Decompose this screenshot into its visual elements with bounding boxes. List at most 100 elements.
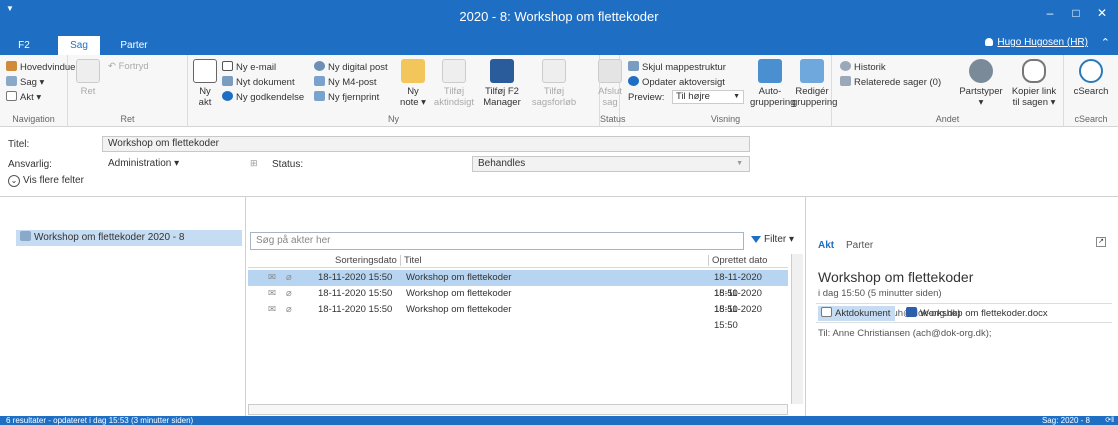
tab-parter-detail[interactable]: Parter [846, 240, 873, 251]
titel-field[interactable]: Workshop om flettekoder [102, 136, 750, 152]
nyt-dokument-button[interactable]: Nyt dokument [222, 76, 295, 88]
relaterede-label: Relaterede sager (0) [854, 77, 942, 88]
table-row[interactable]: ✉ ⌀ 18-11-2020 15:50 Workshop om fletteko… [248, 302, 788, 331]
word-icon [906, 307, 917, 317]
column-titel[interactable]: Titel [400, 255, 422, 266]
status-dropdown[interactable]: Behandles ▼ [472, 156, 750, 172]
vertical-scrollbar[interactable] [791, 254, 803, 404]
tab-parter[interactable]: Parter [112, 36, 156, 55]
popout-icon[interactable]: ↗ [1096, 237, 1106, 247]
preview-select[interactable]: Til højre ▼ [672, 90, 744, 104]
collapse-ribbon-icon[interactable]: ⌃ [1101, 36, 1110, 49]
search-input[interactable]: Søg på akter her [250, 232, 744, 250]
link-icon [1022, 59, 1046, 83]
group-label-status: Status [600, 114, 626, 124]
ny-akt-label-1: Ny [199, 86, 211, 97]
row-date: 18-11-2020 15:50 [318, 272, 393, 283]
document-icon [6, 91, 17, 101]
table-row[interactable]: ✉ ⌀ 18-11-2020 15:50 Workshop om fletteko… [248, 270, 788, 299]
tab-sag[interactable]: Sag [58, 36, 100, 55]
attachment-icon: ⌀ [286, 304, 292, 315]
fortryd-label: Fortryd [118, 61, 149, 72]
document-link[interactable]: Workshop om flettekoder.docx [906, 306, 1048, 321]
kopier-label-2: til sagen ▾ [1012, 97, 1056, 108]
undo-icon: ↶ [108, 61, 119, 72]
rediger-label-1: Redigér [795, 86, 829, 97]
ny-m4-post-button[interactable]: Ny M4-post [314, 76, 377, 88]
group-label-navigation: Navigation [12, 114, 55, 124]
status-bar: 6 resultater - opdateret i dag 15:53 (3 … [0, 416, 1118, 425]
attachment-icon: ⌀ [286, 272, 292, 283]
chevron-down-icon: ▼ [733, 93, 740, 100]
org-icon[interactable]: ⊞ [250, 158, 258, 169]
vis-flere-label: Vis flere felter [23, 175, 84, 186]
sync-pause-icon[interactable]: ⟳‖ [1105, 416, 1114, 425]
ny-fjernprint-button[interactable]: Ny fjernprint [314, 91, 379, 103]
sag-dropdown[interactable]: Sag ▾ [6, 76, 44, 88]
vis-flere-felter-button[interactable]: ⌄ Vis flere felter [8, 175, 84, 187]
column-oprettet-dato[interactable]: Oprettet dato [708, 255, 767, 266]
user-menu[interactable]: Hugo Hugosen (HR) [985, 37, 1088, 48]
minimize-button[interactable]: – [1040, 6, 1060, 20]
group-label-andet: Andet [935, 114, 960, 124]
ny-akt-button[interactable]: Ny akt [192, 59, 218, 108]
document-icon [821, 307, 832, 317]
auto-group-icon [758, 59, 782, 83]
hovedvindue-button[interactable]: Hovedvindue [6, 61, 75, 73]
table-row[interactable]: ✉ ⌀ 18-11-2020 15:50 Workshop om fletteko… [248, 286, 788, 315]
tilfoj-f2-label-1: Tilføj F2 [485, 86, 519, 97]
tilfoj-aktindsigt-label-1: Tilføj [443, 86, 465, 97]
akt-label: Akt ▾ [20, 92, 42, 103]
filter-button[interactable]: Filter ▾ [751, 234, 794, 245]
refresh-icon [628, 76, 639, 86]
mail-icon: ✉ [268, 272, 276, 283]
ny-note-button[interactable]: Ny note ▾ [396, 59, 430, 108]
ny-digital-post-button[interactable]: Ny digital post [314, 61, 388, 73]
horizontal-scrollbar[interactable] [248, 404, 788, 415]
kopier-link-button[interactable]: Kopier link til sagen ▾ [1008, 59, 1060, 108]
opdater-aktoversigt-button[interactable]: Opdater aktoversigt [628, 76, 725, 88]
detail-to: Til: Anne Christiansen (ach@dok-org.dk); [818, 328, 992, 339]
csearch-button[interactable]: cSearch [1070, 59, 1112, 97]
edit-icon [76, 59, 100, 83]
partstyper-button[interactable]: Partstyper ▾ [956, 59, 1006, 108]
ny-email-button[interactable]: Ny e-mail [222, 61, 276, 73]
check-icon [222, 91, 233, 101]
new-document-icon [193, 59, 217, 83]
group-status: Afslut sag Status [598, 55, 626, 127]
group-navigation: Hovedvindue Sag ▾ Akt ▾ Navigation [0, 55, 75, 127]
ribbon: Hovedvindue Sag ▾ Akt ▾ Navigation Ret ↶… [0, 55, 1118, 127]
tab-f2[interactable]: F2 [12, 36, 36, 55]
close-button[interactable]: ✕ [1092, 6, 1112, 20]
m4-post-icon [314, 76, 325, 86]
akt-dropdown[interactable]: Akt ▾ [6, 91, 41, 103]
tilfoj-sagsforlob-button[interactable]: Tilføj sagsforløb [530, 59, 578, 108]
ny-email-label: Ny e-mail [236, 62, 277, 73]
historik-button[interactable]: Historik [840, 61, 886, 73]
fortryd-button[interactable]: ↶ Fortryd [108, 61, 149, 72]
auto-gruppering-button[interactable]: Auto-gruppering [750, 59, 795, 108]
relaterede-sager-button[interactable]: Relaterede sager (0) [840, 76, 941, 88]
csearch-label: cSearch [1073, 86, 1109, 97]
column-sorteringsdato[interactable]: Sorteringsdato [332, 255, 397, 266]
tilfoj-aktindsigt-button[interactable]: Tilføj aktindsigt [432, 59, 476, 108]
row-created: 18-11-2020 15:50 [714, 304, 762, 331]
skjul-mappestruktur-button[interactable]: Skjul mappestruktur [628, 61, 726, 73]
ny-godkendelse-label: Ny godkendelse [236, 92, 305, 103]
ret-button[interactable]: Ret [76, 59, 100, 97]
document-name: Workshop om flettekoder.docx [920, 308, 1048, 319]
tilfoj-sagsforlob-label-2: sagsforløb [531, 97, 577, 108]
maximize-button[interactable]: □ [1066, 6, 1086, 20]
sagsforlob-icon [542, 59, 566, 83]
tree-item-case[interactable]: Workshop om flettekoder 2020 - 8 [16, 230, 242, 246]
tab-akt[interactable]: Akt [818, 240, 834, 251]
table-header: Sorteringsdato Titel Oprettet dato [248, 254, 788, 268]
chevron-down-icon: ▼ [736, 160, 743, 167]
aktdokument-tab[interactable]: Aktdokument [818, 306, 896, 321]
ansvarlig-dropdown[interactable]: Administration ▾ [102, 156, 262, 172]
rediger-gruppering-button[interactable]: Redigér gruppering [792, 59, 837, 108]
ny-godkendelse-button[interactable]: Ny godkendelse [222, 91, 304, 103]
group-csearch: cSearch cSearch [1064, 55, 1118, 127]
tilfoj-f2-manager-button[interactable]: Tilføj F2 Manager [480, 59, 524, 108]
afslut-label-2: sag [602, 97, 618, 108]
